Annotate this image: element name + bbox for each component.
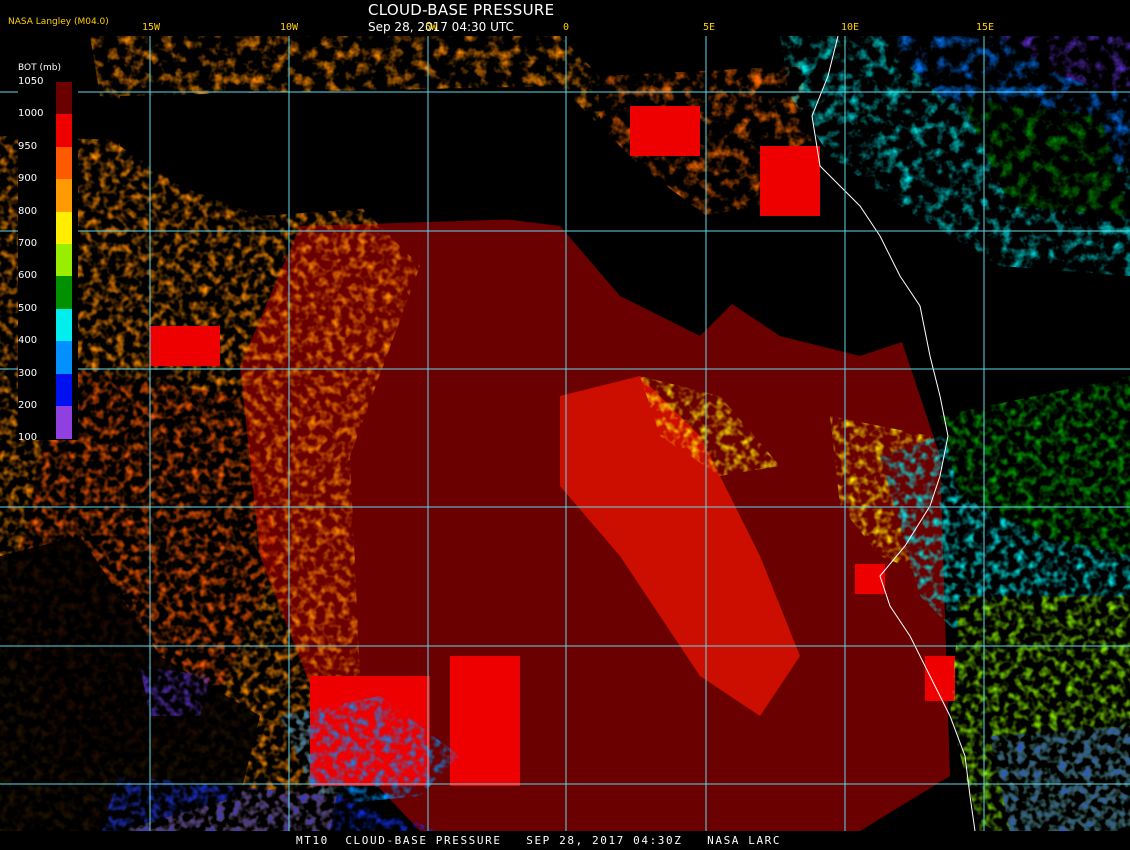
- lon-label-5e: 5E: [703, 22, 716, 33]
- legend-label: 300: [18, 367, 38, 379]
- legend-label: 1050: [18, 76, 44, 87]
- legend-label: 600: [18, 270, 38, 282]
- legend-title: BOT (mb): [18, 63, 61, 73]
- legend-swatch: [56, 114, 72, 148]
- map-timestamp: Sep 28, 2017 04:30 UTC: [368, 20, 514, 34]
- satellite-map[interactable]: [0, 36, 1130, 831]
- color-legend: BOT (mb) 1050 1000 950 900 800 700 600 500 400 30…: [18, 60, 78, 444]
- map-footer: MT10 CLOUD-BASE PRESSURE SEP 28, 2017 04…: [0, 831, 1130, 850]
- lon-label-15e: 15E: [976, 22, 995, 33]
- legend-label: 200: [18, 400, 38, 411]
- legend-swatch: [56, 373, 72, 407]
- legend-swatch: [56, 82, 72, 115]
- legend-label: 950: [18, 140, 38, 152]
- legend-swatch: [56, 308, 72, 342]
- map-title: CLOUD-BASE PRESSURE: [368, 1, 555, 19]
- legend-swatch: [56, 211, 72, 245]
- lon-label-0: 0: [563, 22, 570, 33]
- legend-label: 400: [18, 335, 38, 347]
- lon-label-10w: 10W: [280, 22, 299, 33]
- lon-label-15w: 15W: [142, 22, 161, 33]
- map-header: NASA Langley (M04.0) CLOUD-BASE PRESSURE…: [0, 0, 1130, 36]
- legend-label: 800: [18, 205, 38, 217]
- legend-swatch: [56, 406, 72, 439]
- legend-swatch: [56, 276, 72, 310]
- legend-swatch: [56, 179, 72, 213]
- cloud-base-map-image: [0, 36, 1130, 831]
- legend-label: 900: [18, 173, 38, 185]
- legend-swatch: [56, 146, 72, 180]
- legend-swatch: [56, 341, 72, 375]
- legend-label: 700: [18, 238, 38, 249]
- lon-label-5w: 5W: [425, 22, 438, 33]
- credit-label: NASA Langley (M04.0): [8, 17, 109, 27]
- legend-swatch: [56, 244, 72, 277]
- legend-label: 1000: [18, 108, 44, 120]
- legend-label: 100: [18, 432, 38, 444]
- legend-label: 500: [18, 302, 38, 314]
- lon-label-10e: 10E: [841, 22, 860, 33]
- footer-caption: MT10 CLOUD-BASE PRESSURE SEP 28, 2017 04…: [296, 834, 782, 847]
